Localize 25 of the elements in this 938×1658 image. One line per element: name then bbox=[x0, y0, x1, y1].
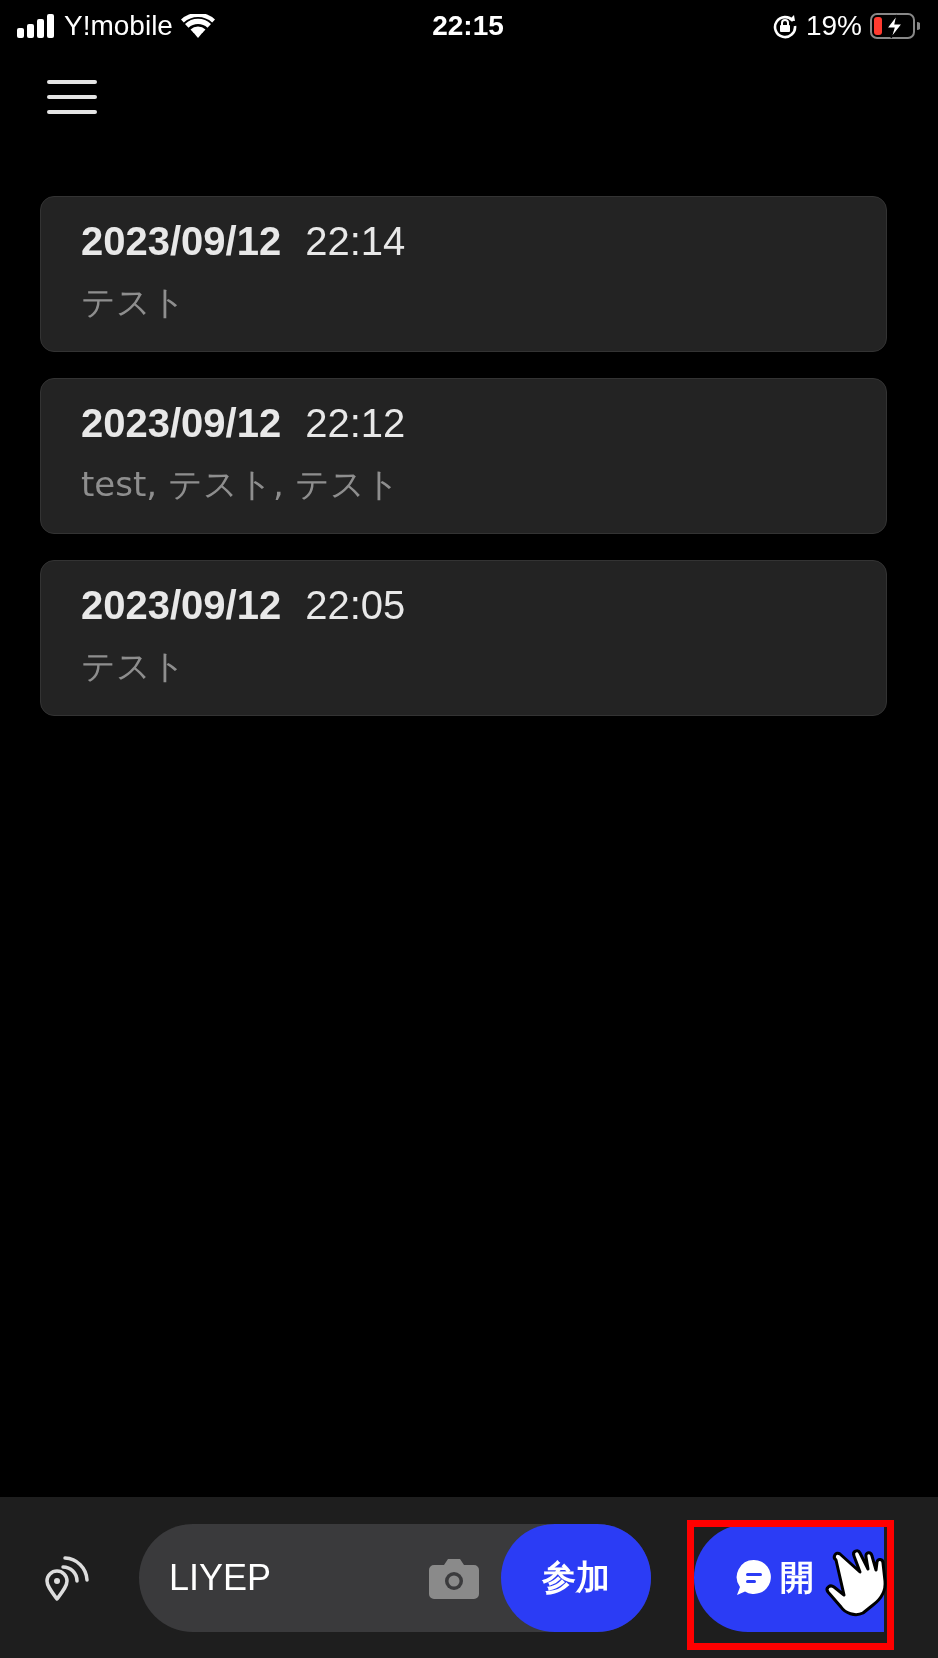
join-button[interactable]: 参加 bbox=[501, 1523, 651, 1632]
wifi-icon bbox=[180, 14, 215, 38]
room-code-field[interactable]: LIYEP 参加 bbox=[139, 1523, 651, 1632]
rotation-lock-icon bbox=[771, 13, 798, 39]
entry-date: 2023/09/12 bbox=[81, 401, 282, 446]
entry-time: 22:14 bbox=[305, 219, 406, 264]
signal-icon bbox=[16, 14, 56, 38]
entry-time: 22:12 bbox=[305, 401, 406, 446]
camera-icon[interactable] bbox=[429, 1556, 479, 1599]
location-signal-icon[interactable] bbox=[44, 1554, 90, 1601]
menu-icon[interactable] bbox=[47, 80, 97, 114]
history-card[interactable]: 2023/09/12 22:05 テスト bbox=[40, 560, 887, 716]
carrier-name: Y!mobile bbox=[64, 10, 173, 42]
history-card[interactable]: 2023/09/12 22:14 テスト bbox=[40, 196, 887, 352]
history-card[interactable]: 2023/09/12 22:12 test, テスト, テスト bbox=[40, 378, 887, 534]
entry-time: 22:05 bbox=[305, 583, 406, 628]
entry-words: test, テスト, テスト bbox=[81, 463, 401, 506]
battery-charging-icon bbox=[870, 13, 920, 39]
entry-words: テスト bbox=[81, 645, 187, 688]
entry-date: 2023/09/12 bbox=[81, 583, 282, 628]
chat-bubble-icon bbox=[734, 1557, 774, 1598]
battery-percent: 19% bbox=[805, 10, 862, 42]
entry-words: テスト bbox=[81, 281, 187, 324]
entry-date: 2023/09/12 bbox=[81, 219, 282, 264]
status-time: 22:15 bbox=[432, 10, 504, 42]
